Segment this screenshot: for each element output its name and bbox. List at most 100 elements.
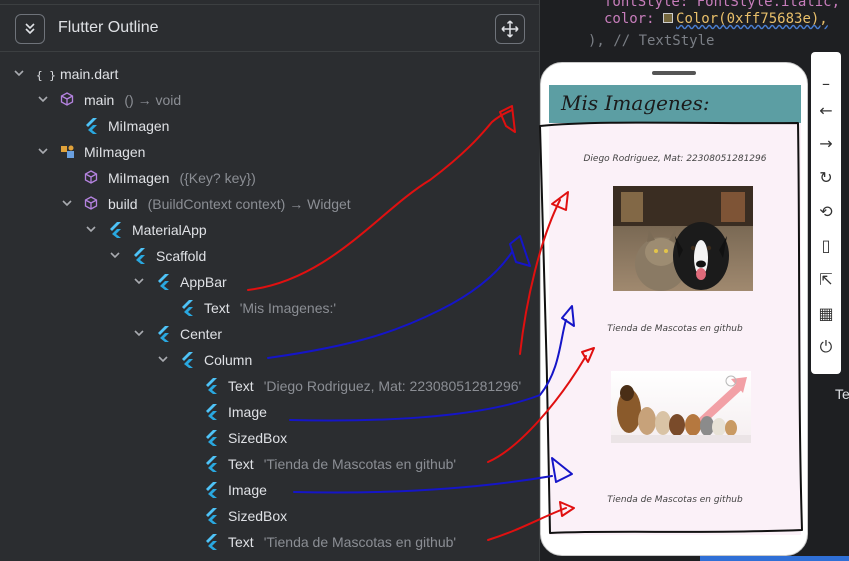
device-icon[interactable]: ▯ [811, 234, 841, 258]
function-cube-icon [60, 92, 76, 108]
flutter-icon [108, 222, 124, 238]
tree-item-label: MiImagen [108, 118, 170, 134]
code-line-color: color: Color(0xff75683e), [604, 11, 828, 27]
tree-item-main[interactable]: main () → void [0, 87, 539, 113]
tree-item-miimagen-class[interactable]: MiImagen [0, 139, 539, 165]
tree-item-build[interactable]: build (BuildContext context) → Widget [0, 191, 539, 217]
tree-item-miimagen-constructor[interactable]: MiImagen ({Key? key}) [0, 165, 539, 191]
chevron-down-icon[interactable] [132, 327, 146, 342]
tree-item-main-dart[interactable]: { } main.dart [0, 61, 539, 87]
chevron-down-icon[interactable] [156, 353, 170, 368]
forward-arrow-icon[interactable]: → [811, 132, 841, 156]
tree-item-detail: 'Mis Imagenes:' [239, 300, 337, 316]
tree-item-label: MaterialApp [132, 222, 207, 238]
tree-item-text-author[interactable]: Text 'Diego Rodriguez, Mat: 2230805128129… [0, 373, 539, 399]
power-icon[interactable]: ⏻ [811, 335, 841, 359]
panel-header: Flutter Outline [0, 4, 539, 52]
chevron-down-icon[interactable] [60, 197, 74, 212]
phone-speaker [652, 71, 696, 75]
tree-item-label: Center [180, 326, 223, 342]
tree-item-label: Image [228, 482, 267, 498]
tree-item-label: Scaffold [156, 248, 207, 264]
qr-code-icon[interactable]: ▦ [811, 302, 841, 326]
tree-item-detail: 'Tienda de Mascotas en github' [263, 456, 457, 472]
code-line-textstyle: ), // TextStyle [588, 33, 715, 49]
collapse-all-button[interactable] [15, 14, 45, 44]
flutter-icon [204, 534, 220, 550]
double-chevron-icon [25, 23, 35, 35]
tree-item-appbar[interactable]: AppBar [0, 269, 539, 295]
tree-item-detail: () → void [124, 92, 182, 108]
tree-item-label: Column [204, 352, 253, 368]
phone-emulator: Mis Imagenes: Diego Rodriguez, Mat: 2230… [540, 62, 808, 556]
tree-item-label: Text [228, 534, 254, 550]
tree-item-detail: (BuildContext context) → Widget [147, 196, 351, 212]
flutter-icon [204, 508, 220, 524]
tree-item-text-store-2[interactable]: Text 'Tienda de Mascotas en github' [0, 529, 539, 555]
flutter-icon [180, 300, 196, 316]
tree-item-image-2[interactable]: Image [0, 477, 539, 503]
chevron-down-icon[interactable] [132, 275, 146, 290]
panel-title: Flutter Outline [58, 19, 159, 36]
store-text-1: Tienda de Mascotas en github [607, 324, 743, 334]
author-text: Diego Rodriguez, Mat: 22308051281296 [583, 154, 767, 164]
flutter-outline-panel: Flutter Outline { } main.dart main () → voi… [0, 0, 540, 561]
app-bar: Mis Imagenes: [549, 85, 801, 123]
store-text-2: Tienda de Mascotas en github [607, 495, 743, 505]
move-icon [501, 20, 519, 38]
tree-item-label: Text [228, 378, 254, 394]
tree-item-text-title[interactable]: Text 'Mis Imagenes:' [0, 295, 539, 321]
tree-item-materialapp[interactable]: MaterialApp [0, 217, 539, 243]
flutter-icon [204, 482, 220, 498]
color-swatch-icon[interactable] [663, 13, 674, 23]
pets-image-group [611, 371, 751, 443]
tree-item-column[interactable]: Column [0, 347, 539, 373]
tree-item-detail: 'Tienda de Mascotas en github' [263, 534, 457, 550]
status-bar-accent [700, 556, 849, 561]
chevron-down-icon[interactable] [36, 93, 50, 108]
class-icon [60, 144, 76, 160]
chevron-down-icon[interactable] [108, 249, 122, 264]
tree-item-center[interactable]: Center [0, 321, 539, 347]
external-link-icon[interactable]: ⇱ [811, 268, 841, 292]
app-body: Diego Rodriguez, Mat: 22308051281296 Tie… [549, 123, 801, 535]
code-line-fontstyle: fontStyle: FontStyle.italic, [604, 0, 841, 10]
back-arrow-icon[interactable]: ← [811, 99, 841, 123]
tree-item-detail: ({Key? key}) [179, 170, 256, 186]
code-editor[interactable]: fontStyle: FontStyle.italic, color: Colo… [540, 0, 849, 60]
tree-item-label: Text [228, 456, 254, 472]
minimize-icon[interactable]: – [811, 72, 841, 96]
chevron-down-icon[interactable] [12, 67, 26, 82]
tree-item-text-store-1[interactable]: Text 'Tienda de Mascotas en github' [0, 451, 539, 477]
chevron-down-icon[interactable] [36, 145, 50, 160]
braces-icon: { } [36, 69, 56, 82]
tree-item-image-1[interactable]: Image [0, 399, 539, 425]
emulator-toolbar: – ← → ↻ ⟲ ▯ ⇱ ▦ ⏻ [811, 52, 841, 374]
tree-item-miimagen-call[interactable]: MiImagen [0, 113, 539, 139]
tree-item-label: AppBar [180, 274, 227, 290]
code-color-value: Color(0xff75683e), [676, 11, 828, 27]
flutter-icon [132, 248, 148, 264]
app-bar-title: Mis Imagenes: [561, 91, 710, 115]
rotate-icon[interactable]: ⟲ [811, 200, 841, 224]
tree-item-label: main.dart [60, 66, 119, 82]
tree-item-sizedbox-2[interactable]: SizedBox [0, 503, 539, 529]
flutter-icon [84, 118, 100, 134]
pets-image-cat-dog [613, 186, 753, 291]
tree-item-scaffold[interactable]: Scaffold [0, 243, 539, 269]
tree-item-detail: 'Diego Rodriguez, Mat: 22308051281296' [263, 378, 522, 394]
tree-item-label: build [108, 196, 138, 212]
tree-item-label: SizedBox [228, 508, 288, 524]
tree-item-label: MiImagen [108, 170, 170, 186]
refresh-icon[interactable]: ↻ [811, 166, 841, 190]
move-button[interactable] [495, 14, 525, 44]
chevron-down-icon[interactable] [84, 223, 98, 238]
flutter-icon [156, 274, 172, 290]
flutter-icon [156, 326, 172, 342]
side-tab-label[interactable]: Te [835, 386, 849, 402]
tree-item-label: Image [228, 404, 267, 420]
tree-item-label: Text [204, 300, 230, 316]
function-cube-icon [84, 196, 100, 212]
code-color-key: color: [604, 11, 664, 27]
tree-item-sizedbox-1[interactable]: SizedBox [0, 425, 539, 451]
